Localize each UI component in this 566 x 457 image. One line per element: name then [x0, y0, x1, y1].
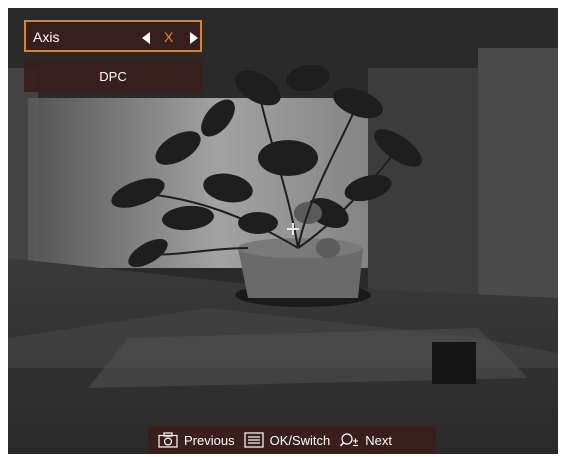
dpc-menu-item[interactable]: DPC	[24, 60, 202, 92]
axis-menu-item[interactable]: Axis X	[24, 20, 202, 52]
hint-previous-label: Previous	[184, 432, 235, 448]
menu-icon	[243, 432, 264, 448]
dpc-label: DPC	[99, 68, 127, 84]
hint-next-label: Next	[365, 432, 392, 448]
hint-bar: Previous OK/Switch Next	[148, 426, 436, 454]
camera-icon	[158, 432, 178, 448]
axis-value: X	[164, 29, 174, 45]
axis-label: Axis	[33, 29, 60, 45]
arrow-left-icon[interactable]	[142, 32, 150, 44]
crosshair-icon	[287, 223, 299, 235]
thermal-viewport: Axis X DPC Previous OK/Switch Next	[8, 8, 558, 454]
hint-ok-switch-label: OK/Switch	[269, 432, 331, 448]
zoom-icon	[340, 433, 359, 447]
dpc-cursor-box	[432, 342, 476, 384]
arrow-right-icon[interactable]	[190, 32, 198, 44]
